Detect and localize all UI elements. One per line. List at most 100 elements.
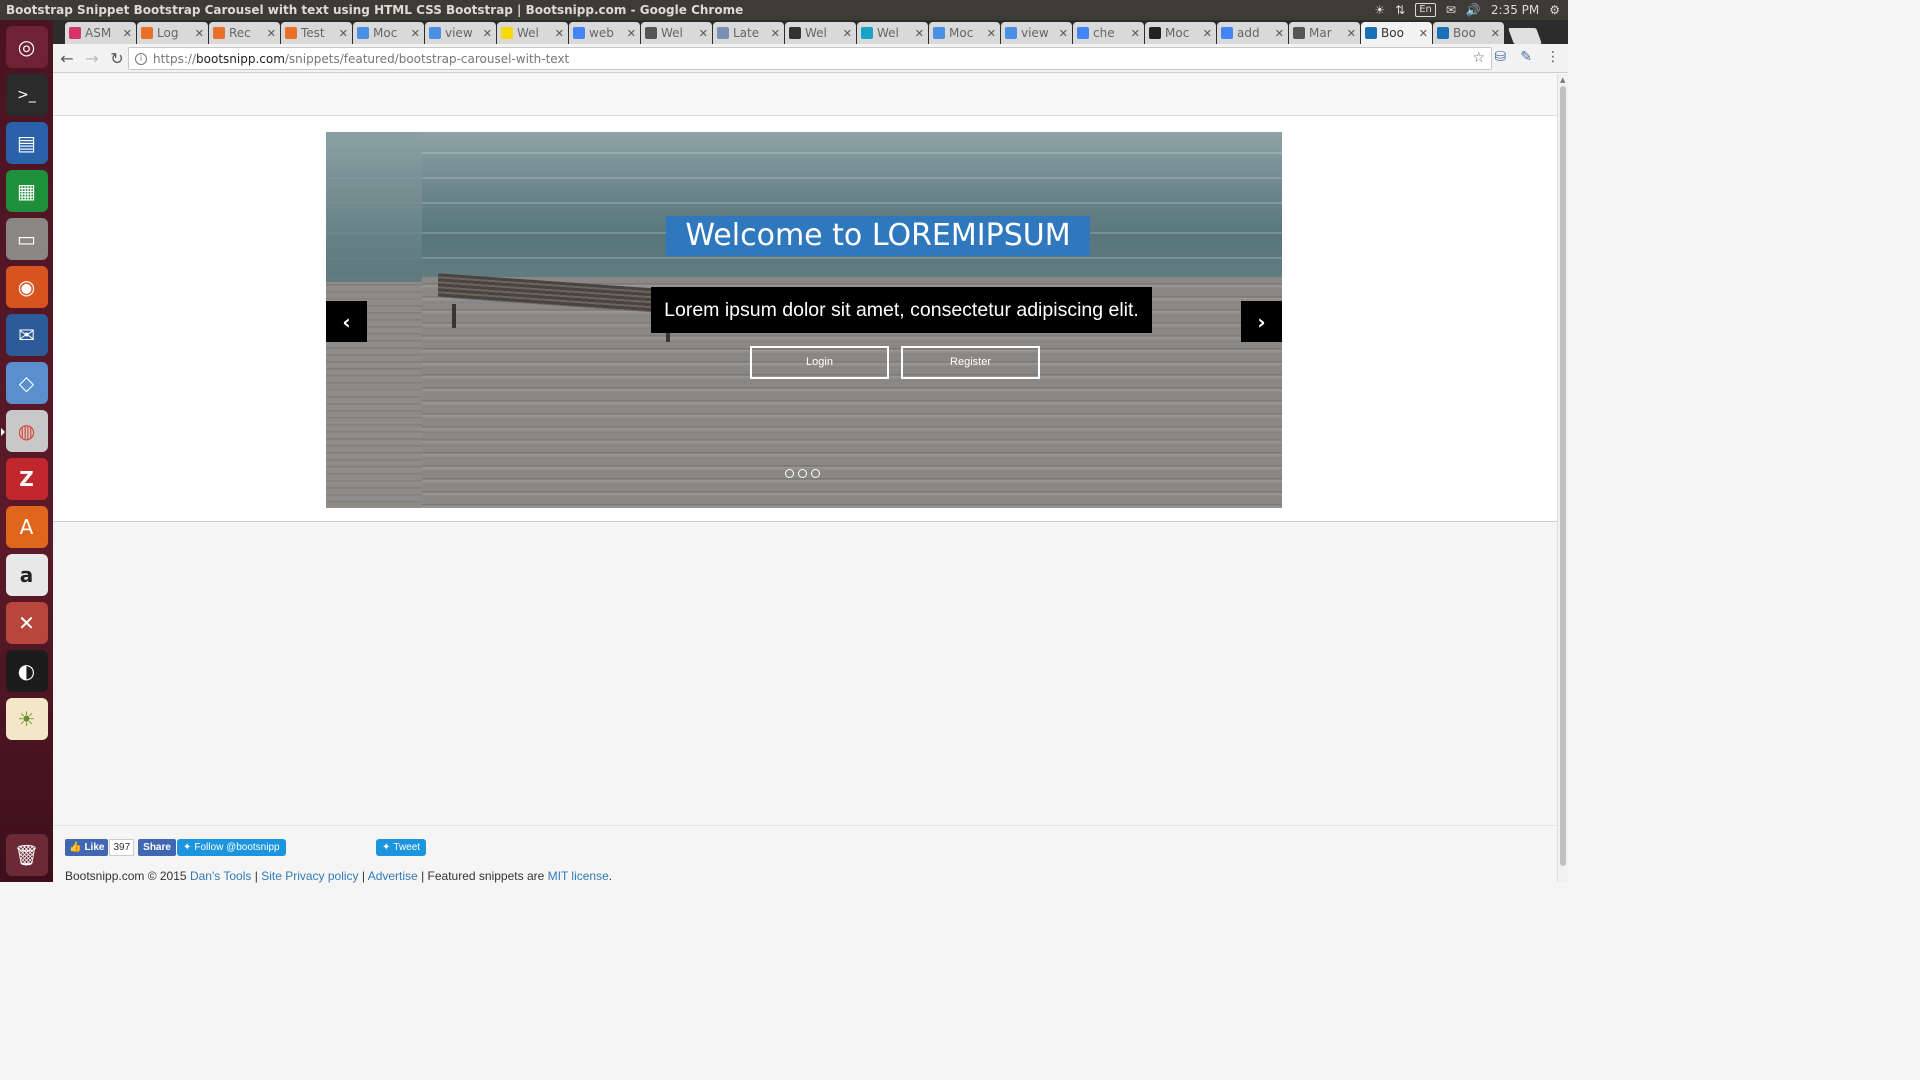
scroll-up-icon[interactable]: ▲	[1560, 76, 1565, 84]
bookmark-star-icon[interactable]: ☆	[1472, 50, 1485, 66]
extension-icon[interactable]: ⛁	[1495, 49, 1507, 65]
close-tab-icon[interactable]: ✕	[123, 27, 132, 40]
reload-icon[interactable]: ↻	[106, 47, 128, 69]
carousel-caption-text: Lorem ipsum dolor sit amet, consectetur …	[651, 287, 1152, 333]
favicon-icon	[69, 27, 81, 39]
browser-tab[interactable]: Wel ✕	[497, 22, 568, 44]
new-tab-button[interactable]	[1508, 28, 1542, 44]
facebook-share-button[interactable]: Share	[138, 839, 176, 856]
close-tab-icon[interactable]: ✕	[699, 27, 708, 40]
close-tab-icon[interactable]: ✕	[627, 27, 636, 40]
tab-label: Rec	[229, 26, 251, 40]
address-bar[interactable]: i https:// bootsnipp.com /snippets/featu…	[128, 47, 1492, 70]
calc-icon[interactable]: ▦	[5, 170, 48, 212]
close-tab-icon[interactable]: ✕	[267, 27, 276, 40]
close-tab-icon[interactable]: ✕	[1275, 27, 1284, 40]
browser-tab[interactable]: add ✕	[1217, 22, 1288, 44]
mail-icon[interactable]: ✉	[1446, 3, 1456, 17]
filezilla-icon[interactable]: Z	[5, 458, 48, 500]
firefox-icon[interactable]: ◉	[5, 266, 48, 308]
close-tab-icon[interactable]: ✕	[1491, 27, 1500, 40]
close-tab-icon[interactable]: ✕	[1419, 27, 1428, 40]
browser-tab[interactable]: view ✕	[425, 22, 496, 44]
volume-icon[interactable]: 🔊	[1466, 3, 1481, 17]
twitter-tweet-widget: ✦ Tweet	[376, 839, 427, 856]
close-tab-icon[interactable]: ✕	[411, 27, 420, 40]
close-tab-icon[interactable]: ✕	[483, 27, 492, 40]
tweet-label: Tweet	[393, 842, 421, 853]
close-tab-icon[interactable]: ✕	[1131, 27, 1140, 40]
carousel-prev-button[interactable]: ‹	[326, 301, 367, 342]
browser-tab[interactable]: Boo ✕	[1361, 22, 1432, 44]
browser-tab[interactable]: Moc ✕	[353, 22, 424, 44]
browser-tab[interactable]: che ✕	[1073, 22, 1144, 44]
files-icon[interactable]: ▭	[5, 218, 48, 260]
chrome-icon[interactable]: ◍	[0, 410, 48, 452]
carousel-indicator-dot[interactable]	[811, 469, 820, 478]
scrollbar-thumb[interactable]	[1560, 86, 1566, 866]
browser-tab[interactable]: ASM ✕	[65, 22, 136, 44]
browser-tab[interactable]: Moc ✕	[1145, 22, 1216, 44]
browser-tab[interactable]: Moc ✕	[929, 22, 1000, 44]
close-tab-icon[interactable]: ✕	[195, 27, 204, 40]
close-tab-icon[interactable]: ✕	[1347, 27, 1356, 40]
tweet-button[interactable]: ✦ Tweet	[376, 839, 427, 856]
gear-icon[interactable]: ⚙	[1549, 3, 1560, 17]
favicon-icon	[1293, 27, 1305, 39]
privacy-link[interactable]: Site Privacy policy	[261, 869, 358, 883]
browser-tab[interactable]: Mar ✕	[1289, 22, 1360, 44]
favicon-icon	[213, 27, 225, 39]
inkscape-icon[interactable]: ◐	[5, 650, 48, 692]
carousel-indicator-dot[interactable]	[785, 469, 794, 478]
browser-tab[interactable]: Wel ✕	[785, 22, 856, 44]
close-tab-icon[interactable]: ✕	[987, 27, 996, 40]
clock[interactable]: 2:35 PM	[1491, 3, 1539, 17]
forward-icon[interactable]: →	[81, 47, 103, 69]
register-button[interactable]: Register	[901, 346, 1040, 379]
login-button[interactable]: Login	[750, 346, 889, 379]
close-tab-icon[interactable]: ✕	[915, 27, 924, 40]
twitter-follow-button[interactable]: ✦ Follow @bootsnipp	[177, 839, 286, 856]
software-center-icon[interactable]: A	[5, 506, 48, 548]
close-tab-icon[interactable]: ✕	[1203, 27, 1212, 40]
keyboard-indicator[interactable]: En	[1415, 3, 1436, 17]
writer-icon[interactable]: ▤	[5, 122, 48, 164]
dans-tools-link[interactable]: Dan's Tools	[190, 869, 251, 883]
browser-tab[interactable]: web ✕	[569, 22, 640, 44]
thunderbird-icon[interactable]: ✉	[5, 314, 48, 356]
facebook-like-button[interactable]: 👍 Like	[65, 839, 109, 856]
close-tab-icon[interactable]: ✕	[843, 27, 852, 40]
network-icon[interactable]: ⇅	[1395, 3, 1405, 17]
info-icon[interactable]: i	[135, 52, 147, 65]
carousel-indicator-dot[interactable]	[798, 469, 807, 478]
trash-icon[interactable]: 🗑	[5, 834, 48, 876]
browser-tab[interactable]: Wel ✕	[641, 22, 712, 44]
eyedropper-icon[interactable]: ✎	[1520, 49, 1532, 65]
virtualbox-icon[interactable]: ◇	[5, 362, 48, 404]
browser-tab[interactable]: Rec ✕	[209, 22, 280, 44]
terminal-icon[interactable]: >_	[5, 74, 48, 116]
mit-license-link[interactable]: MIT license	[548, 869, 609, 883]
brightness-icon[interactable]: ☀	[1374, 3, 1385, 17]
close-tab-icon[interactable]: ✕	[771, 27, 780, 40]
amazon-icon[interactable]: a	[5, 554, 48, 596]
browser-tab[interactable]: Log ✕	[137, 22, 208, 44]
brightness-app-icon[interactable]: ☀	[5, 698, 48, 740]
advertise-link[interactable]: Advertise	[368, 869, 418, 883]
url-host: bootsnipp.com	[196, 51, 285, 66]
browser-tab[interactable]: Wel ✕	[857, 22, 928, 44]
back-icon[interactable]: ←	[56, 47, 78, 69]
browser-tab[interactable]: Late ✕	[713, 22, 784, 44]
tab-strip: ASM ✕ Log ✕ Rec ✕ Test ✕ Moc ✕ view ✕ Wel ✕ web ✕ Wel ✕ La…	[53, 20, 1568, 44]
settings-icon[interactable]: ✕	[5, 602, 48, 644]
menu-icon[interactable]: ⋮	[1546, 49, 1560, 65]
page-scrollbar[interactable]: ▲	[1557, 74, 1568, 882]
ubuntu-dash-icon[interactable]: ◎	[5, 26, 48, 68]
close-tab-icon[interactable]: ✕	[1059, 27, 1068, 40]
browser-tab[interactable]: Boo ✕	[1433, 22, 1504, 44]
close-tab-icon[interactable]: ✕	[555, 27, 564, 40]
browser-tab[interactable]: view ✕	[1001, 22, 1072, 44]
carousel-next-button[interactable]: ›	[1241, 301, 1282, 342]
browser-tab[interactable]: Test ✕	[281, 22, 352, 44]
close-tab-icon[interactable]: ✕	[339, 27, 348, 40]
